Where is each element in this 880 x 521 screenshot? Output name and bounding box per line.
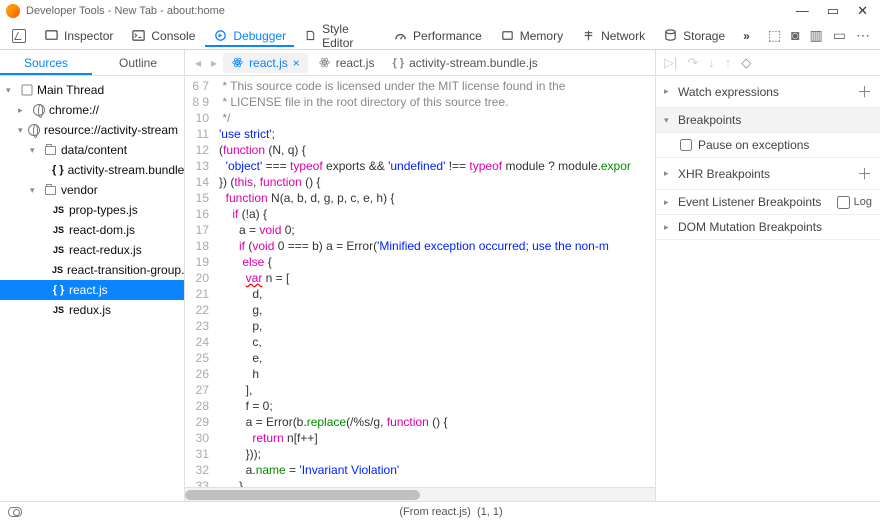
window-title: Developer Tools - New Tab - about:home	[26, 5, 225, 17]
go-forward-button[interactable]: ▸	[207, 56, 221, 70]
editor-tab-strip: ◂ ▸ react.js × react.js { } activity-str…	[185, 50, 655, 76]
deactivate-breakpoints-button[interactable]: ◇	[741, 55, 751, 71]
add-xhr-icon[interactable]: ＋	[857, 163, 872, 184]
code-editor[interactable]: 6 7 8 9 10 11 12 13 14 15 16 17 18 19 20…	[185, 76, 655, 501]
editor-tab-react-2[interactable]: react.js	[310, 53, 383, 73]
pause-exceptions-checkbox[interactable]	[680, 139, 692, 151]
tab-memory[interactable]: Memory	[492, 24, 571, 47]
editor-tab-react-active[interactable]: react.js ×	[223, 53, 308, 73]
editor-tab-bundle[interactable]: { } activity-stream.bundle.js	[384, 53, 545, 73]
breakpoints-section[interactable]: ▾Breakpoints	[656, 108, 880, 133]
status-from-label: (From react.js) (1, 1)	[30, 506, 872, 518]
debugger-sidebar: ▷| ↷ ↓ ↑ ◇ ▸Watch expressions＋ ▾Breakpoi…	[655, 50, 880, 501]
eye-icon[interactable]	[8, 507, 22, 517]
minimize-button[interactable]: —	[796, 3, 809, 19]
devtools-toolbar: Inspector Console Debugger Style Editor …	[0, 22, 880, 50]
maximize-button[interactable]: ▭	[827, 3, 839, 19]
status-bar: (From react.js) (1, 1)	[0, 501, 880, 521]
vendor-folder[interactable]: ▾vendor	[0, 180, 184, 200]
step-in-button[interactable]: ↓	[708, 55, 715, 70]
debug-controls: ▷| ↷ ↓ ↑ ◇	[656, 50, 880, 76]
tabs-overflow-button[interactable]: »	[735, 25, 758, 47]
brace-icon: { }	[392, 57, 404, 69]
log-checkbox[interactable]	[837, 196, 850, 209]
dom-mutation-section[interactable]: ▸DOM Mutation Breakpoints	[656, 215, 880, 240]
tab-network[interactable]: Network	[573, 24, 653, 47]
screenshot-icon[interactable]: ◙	[791, 27, 799, 44]
more-icon[interactable]: ⋯	[856, 27, 870, 44]
window-titlebar: Developer Tools - New Tab - about:home —…	[0, 0, 880, 22]
code-content[interactable]: * This source code is licensed under the…	[215, 76, 655, 501]
firefox-icon	[6, 4, 20, 18]
data-content-folder[interactable]: ▾data/content	[0, 140, 184, 160]
tab-style-editor[interactable]: Style Editor	[296, 18, 383, 54]
tab-performance[interactable]: Performance	[385, 24, 490, 47]
pause-on-exceptions-toggle[interactable]: Pause on exceptions	[656, 133, 880, 158]
sources-panel: Sources Outline ▾Main Thread ▸chrome:// …	[0, 50, 185, 501]
xhr-breakpoints-section[interactable]: ▸XHR Breakpoints＋	[656, 158, 880, 190]
step-over-button[interactable]: ↷	[687, 55, 698, 71]
file-react-dom[interactable]: JSreact-dom.js	[0, 220, 184, 240]
add-watch-icon[interactable]: ＋	[857, 81, 872, 102]
go-back-button[interactable]: ◂	[191, 56, 205, 70]
watch-expressions-section[interactable]: ▸Watch expressions＋	[656, 76, 880, 108]
file-react-transition[interactable]: JSreact-transition-group.js	[0, 260, 184, 280]
sources-tree: ▾Main Thread ▸chrome:// ▾resource://acti…	[0, 76, 184, 501]
responsive-mode-icon[interactable]: ⬚	[768, 27, 781, 44]
dock-bottom-icon[interactable]: ▭	[833, 27, 846, 44]
bundle-file[interactable]: { }activity-stream.bundle.js	[0, 160, 184, 180]
resume-button[interactable]: ▷|	[664, 55, 677, 71]
editor-panel: ◂ ▸ react.js × react.js { } activity-str…	[185, 50, 655, 501]
resource-node[interactable]: ▾resource://activity-stream	[0, 120, 184, 140]
file-react-active[interactable]: { }react.js	[0, 280, 184, 300]
outline-tab[interactable]: Outline	[92, 50, 184, 75]
file-redux[interactable]: JSredux.js	[0, 300, 184, 320]
tab-console[interactable]: Console	[123, 24, 203, 47]
main-thread-node[interactable]: ▾Main Thread	[0, 80, 184, 100]
tab-debugger[interactable]: Debugger	[205, 24, 294, 47]
file-react-redux[interactable]: JSreact-redux.js	[0, 240, 184, 260]
line-gutter: 6 7 8 9 10 11 12 13 14 15 16 17 18 19 20…	[185, 76, 215, 501]
close-tab-icon[interactable]: ×	[293, 56, 300, 70]
react-icon	[318, 56, 331, 69]
file-prop-types[interactable]: JSprop-types.js	[0, 200, 184, 220]
chrome-node[interactable]: ▸chrome://	[0, 100, 184, 120]
tab-storage[interactable]: Storage	[655, 24, 733, 47]
event-breakpoints-section[interactable]: ▸Event Listener BreakpointsLog	[656, 190, 880, 215]
step-out-button[interactable]: ↑	[725, 55, 732, 70]
react-icon	[231, 56, 244, 69]
element-picker-button[interactable]	[4, 25, 34, 47]
horizontal-scrollbar[interactable]	[185, 487, 655, 501]
close-button[interactable]: ✕	[857, 3, 868, 19]
tab-inspector[interactable]: Inspector	[36, 24, 121, 47]
sources-tab[interactable]: Sources	[0, 50, 92, 75]
dock-side-icon[interactable]: ▥	[810, 27, 823, 44]
